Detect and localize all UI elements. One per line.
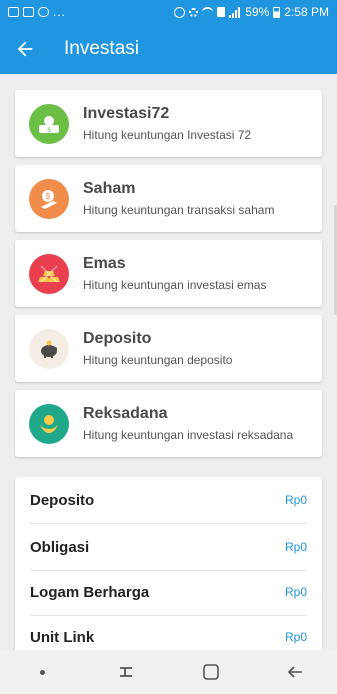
menu-card-subtitle: Hitung keuntungan investasi emas [83,278,267,292]
gold-bars-icon [29,253,69,294]
home-icon[interactable] [199,660,223,684]
summary-value: Rp0 [284,585,307,599]
summary-label: Logam Berharga [30,583,150,601]
settings-icon [189,7,199,17]
piggy-bank-icon [29,328,69,369]
more-notifications: ... [53,5,67,19]
menu-card-title: Emas [83,255,126,272]
svg-text:$: $ [46,192,51,201]
app-bar: Investasi [0,24,337,74]
summary-label: Deposito [30,491,95,509]
summary-list: Deposito Rp0 Obligasi Rp0 Logam Berharga… [15,477,322,677]
summary-row-obligasi[interactable]: Obligasi Rp0 [15,524,322,570]
summary-value: Rp0 [284,630,307,644]
battery-percent: 59% [245,5,270,19]
menu-card-subtitle: Hitung keuntungan investasi reksadana [83,428,294,442]
gallery-icon [23,7,34,17]
menu-card-subtitle: Hitung keuntungan Investasi 72 [83,128,252,142]
summary-row-logam-berharga[interactable]: Logam Berharga Rp0 [15,569,322,615]
summary-label: Obligasi [30,538,90,556]
menu-card-saham[interactable]: $ Saham Hitung keuntungan transaksi saha… [15,165,322,232]
menu-card-title: Reksadana [83,405,168,422]
menu-card-title: Deposito [83,330,152,347]
wifi-icon [202,7,214,17]
menu-card-reksadana[interactable]: Reksadana Hitung keuntungan investasi re… [15,390,322,457]
summary-row-deposito[interactable]: Deposito Rp0 [15,477,322,523]
summary-value: Rp0 [284,493,307,507]
system-icons: 59% 2:58 PM [174,5,329,19]
sim-icon [217,7,226,17]
summary-label: Unit Link [30,628,95,646]
menu-card-subtitle: Hitung keuntungan transaksi saham [83,203,275,217]
menu-card-title: Saham [83,180,136,197]
message-icon [38,7,49,17]
page-title: Investasi [64,38,139,59]
battery-icon [273,6,281,18]
signal-icon [229,6,241,18]
image-icon [8,7,19,17]
summary-value: Rp0 [284,540,307,554]
recent-apps-icon[interactable] [114,660,138,684]
stock-coin-icon: $ [29,178,69,219]
menu-card-title: Investasi72 [83,105,170,122]
notification-icons: ... [8,5,66,19]
back-arrow-icon[interactable] [14,38,36,60]
system-nav-bar [0,650,337,694]
menu-card-subtitle: Hitung keuntungan deposito [83,353,233,367]
menu-card-deposito[interactable]: Deposito Hitung keuntungan deposito [15,315,322,382]
clock: 2:58 PM [284,5,329,19]
menu-card-investasi72[interactable]: $ Investasi72 Hitung keuntungan Investas… [15,90,322,157]
status-bar: ... 59% 2:58 PM [0,0,337,24]
coin-hand-icon [29,403,69,444]
back-icon[interactable] [283,660,307,684]
menu-card-emas[interactable]: Emas Hitung keuntungan investasi emas [15,240,322,307]
alarm-icon [174,6,186,18]
money-bag-icon: $ [29,103,69,144]
dot-indicator-icon [30,660,54,684]
